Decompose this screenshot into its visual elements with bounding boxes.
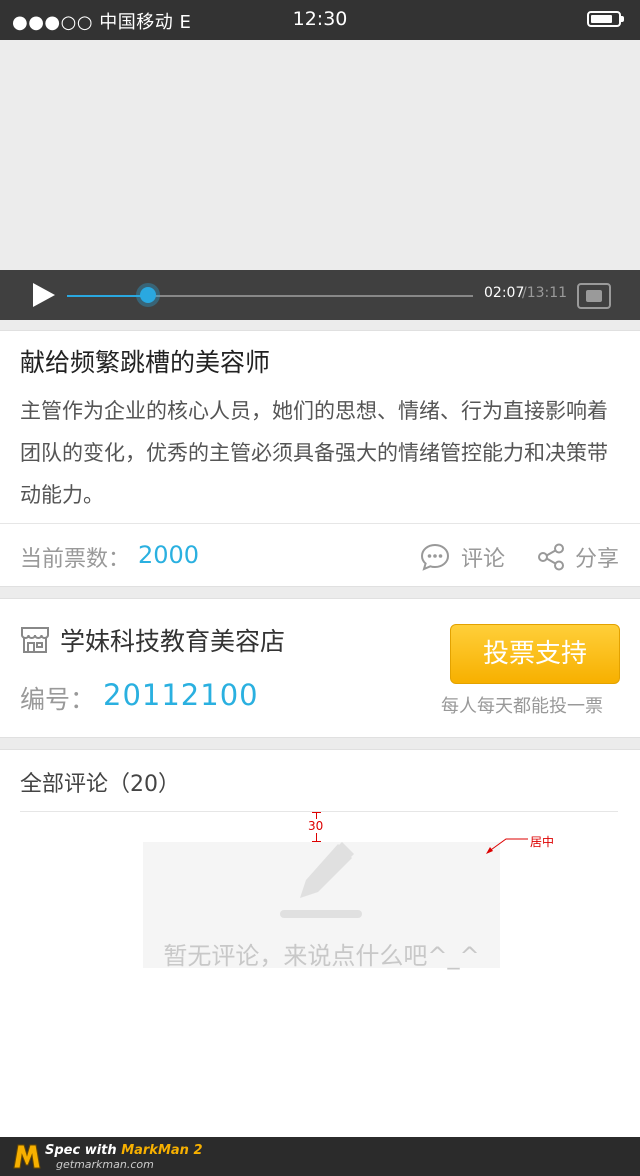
votes-count: 2000 xyxy=(138,541,200,569)
markman-label: Spec with MarkMan 2 xyxy=(45,1143,203,1158)
markman-logo-icon xyxy=(13,1144,41,1169)
spec-measure-cap xyxy=(312,812,321,813)
vote-button[interactable]: 投票支持 xyxy=(450,624,620,684)
store-number-label: 编号： xyxy=(20,685,96,714)
pencil-icon xyxy=(280,842,362,918)
vote-hint: 每人每天都能投一票 xyxy=(441,696,603,717)
total-time: /13:11 xyxy=(522,285,568,301)
fullscreen-icon[interactable] xyxy=(577,283,611,309)
video-description: 主管作为企业的核心人员，她们的思想、情绪、行为直接影响着团队的变化，优秀的主管必… xyxy=(20,399,608,507)
spec-arrow-icon xyxy=(486,838,528,854)
share-icon[interactable] xyxy=(536,542,566,572)
spec-spacing-label: 30 xyxy=(307,819,325,833)
store-icon xyxy=(21,627,49,653)
divider xyxy=(0,523,640,524)
spec-measure-cap xyxy=(312,841,321,842)
progress-fill xyxy=(67,295,148,297)
progress-handle[interactable] xyxy=(140,287,156,303)
video-area[interactable] xyxy=(0,40,640,270)
spec-center-note: 居中 xyxy=(530,835,555,849)
play-icon[interactable] xyxy=(33,283,55,307)
store-name: 学妹科技教育美容店 xyxy=(60,627,286,656)
empty-comments-text: 暂无评论，来说点什么吧^_^ xyxy=(163,942,480,970)
comments-title: 全部评论（20） xyxy=(20,772,180,797)
status-bar: ●●●○○ 中国移动 E 12:30 xyxy=(0,0,640,40)
clock: 12:30 xyxy=(292,8,348,30)
comment-icon[interactable] xyxy=(420,542,450,572)
markman-url: getmarkman.com xyxy=(56,1158,154,1171)
share-button[interactable]: 分享 xyxy=(575,541,619,573)
store-number: 20112100 xyxy=(103,678,259,712)
comment-button[interactable]: 评论 xyxy=(461,541,505,573)
battery-icon xyxy=(587,11,624,27)
video-title: 献给频繁跳槽的美容师 xyxy=(20,348,271,377)
markman-brand: MarkMan 2 xyxy=(121,1143,203,1158)
current-time: 02:07 xyxy=(484,285,525,301)
markman-prefix: Spec with xyxy=(45,1143,122,1158)
votes-label: 当前票数： xyxy=(20,547,131,572)
